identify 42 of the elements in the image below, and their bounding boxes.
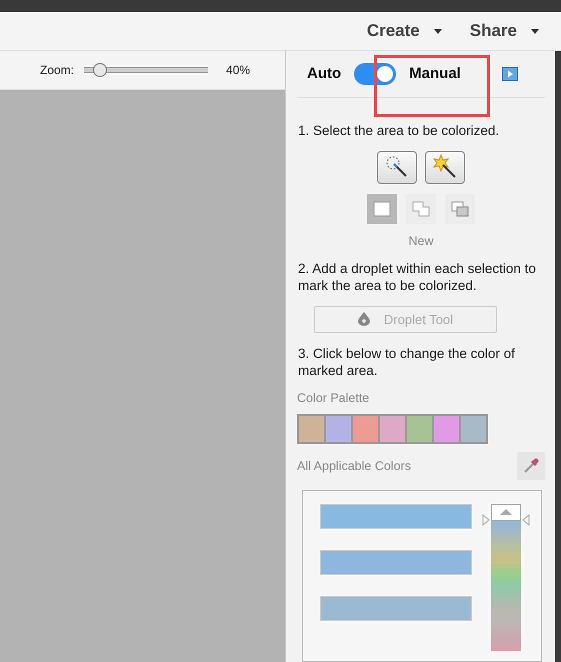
auto-label: Auto (307, 65, 342, 82)
mode-label: New (407, 234, 434, 248)
magic-wand-icon (432, 154, 458, 180)
zoom-label: Zoom: (40, 63, 74, 77)
selection-mode-button[interactable] (445, 194, 475, 224)
step-instruction: 2. Add a droplet within each selection to mark the area to be colorized. (297, 260, 537, 294)
strip-markers-icon (482, 514, 530, 526)
caret-icon (531, 28, 539, 34)
step-instruction: 3. Click below to change the color of marked area. (297, 344, 516, 379)
eyedropper-button[interactable] (517, 452, 545, 480)
eyedropper-icon (522, 456, 540, 475)
color-swatch[interactable] (434, 416, 459, 442)
scroll-up-button[interactable] (491, 504, 521, 521)
color-swatch[interactable] (353, 416, 378, 442)
selection-tool-button[interactable] (425, 150, 465, 184)
color-swatch[interactable] (299, 416, 324, 442)
menu-button[interactable]: Create (364, 19, 444, 43)
color-bar[interactable] (320, 504, 472, 529)
color-spectrum-strip[interactable] (491, 520, 521, 651)
menu-button[interactable]: Share (468, 19, 541, 43)
color-swatch[interactable] (380, 416, 405, 442)
color-swatch[interactable] (407, 416, 432, 442)
color-swatch[interactable] (326, 416, 351, 442)
overlapping-squares-icon (411, 200, 431, 218)
color-swatch[interactable] (461, 416, 486, 442)
overlapping-squares-icon (450, 200, 470, 218)
mode-toggle[interactable] (354, 62, 396, 85)
color-bar[interactable] (320, 550, 472, 575)
selection-mode-button[interactable] (406, 194, 436, 224)
selection-tool-button[interactable] (377, 150, 417, 184)
selection-mode-button[interactable] (367, 194, 397, 224)
zoom-value: 40% (226, 63, 250, 77)
manual-label: Manual (409, 65, 461, 82)
caret-icon (434, 28, 442, 34)
palette-label: Color Palette (297, 390, 370, 405)
square-icon (372, 200, 392, 218)
applicable-colors-label: All Applicable Colors (297, 458, 411, 473)
droplet-icon (358, 312, 370, 326)
color-bar[interactable] (320, 596, 472, 621)
step-instruction: 1. Select the area to be colorized. (297, 122, 500, 139)
up-arrow-icon (500, 509, 512, 516)
play-icon[interactable] (502, 66, 518, 81)
